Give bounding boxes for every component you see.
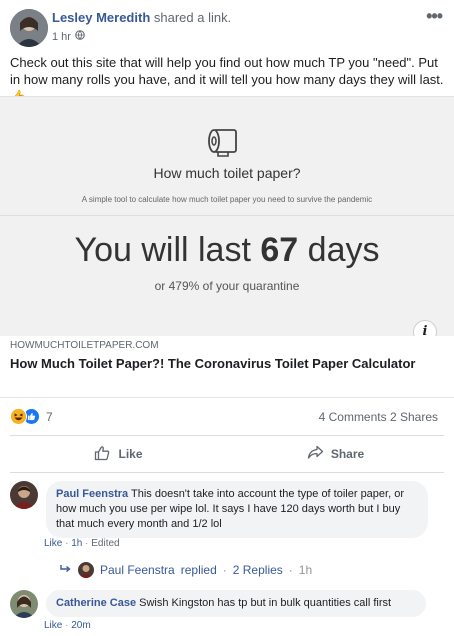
link-domain: HOWMUCHTOILETPAPER.COM [10, 340, 159, 351]
shares-count[interactable]: 2 Shares [390, 410, 438, 424]
comment-time[interactable]: 1h [71, 538, 82, 549]
comment-item: Catherine Case Swish Kingston has tp but… [10, 590, 444, 624]
quarantine-suffix: of your quarantine [202, 279, 300, 293]
preview-divider [0, 215, 454, 216]
haha-reaction-icon [10, 408, 27, 425]
result-days: 67 [260, 231, 299, 269]
reply-arrow-icon [60, 563, 72, 577]
comment-text: Swish Kingston has tp but in bulk quanti… [139, 597, 392, 609]
post-action-text: shared a link. [153, 10, 232, 25]
comment-like-link[interactable]: Like [44, 538, 62, 549]
commenter-avatar[interactable] [10, 590, 38, 618]
comment-time[interactable]: 20m [71, 620, 90, 631]
comment-bubble: Catherine Case Swish Kingston has tp but… [46, 590, 426, 617]
comments-count[interactable]: 4 Comments [319, 410, 387, 424]
like-button[interactable]: Like [10, 436, 227, 472]
more-options-icon[interactable]: ••• [426, 6, 443, 27]
view-replies[interactable]: Paul Feenstra replied · 2 Replies · 1h [60, 560, 312, 580]
link-preview-image[interactable]: How much toilet paper? A simple tool to … [0, 96, 454, 336]
share-button[interactable]: Share [227, 436, 444, 472]
action-divider-bottom [10, 472, 444, 473]
link-meta[interactable]: HOWMUCHTOILETPAPER.COM How Much Toilet P… [0, 336, 454, 398]
share-label: Share [330, 447, 365, 461]
thumbs-up-icon [94, 445, 111, 464]
link-title[interactable]: How Much Toilet Paper?! The Coronavirus … [10, 354, 430, 373]
post-timestamp[interactable]: 1 hr [52, 31, 71, 43]
reply-author-avatar [78, 562, 94, 578]
author-line: Lesley Meredith shared a link. [52, 10, 231, 25]
action-bar: Like Share [10, 436, 444, 472]
reaction-icons[interactable] [10, 408, 40, 425]
comment-author[interactable]: Paul Feenstra [56, 488, 128, 500]
comment-like-link[interactable]: Like [44, 620, 62, 631]
reply-count: 2 Replies [232, 563, 283, 577]
reply-author: Paul Feenstra [100, 563, 175, 577]
comment-edited[interactable]: Edited [91, 538, 119, 549]
reactions-bar: 7 4 Comments 2 Shares [10, 404, 444, 430]
comment-bubble: Paul Feenstra This doesn't take into acc… [46, 481, 428, 538]
post-time: 1 hr [52, 30, 85, 43]
author-avatar[interactable] [10, 9, 48, 47]
quarantine-percent: 479% [168, 279, 200, 293]
comment-author[interactable]: Catherine Case [56, 597, 136, 609]
reply-time: 1h [298, 563, 313, 577]
post-header: Lesley Meredith shared a link. 1 hr ••• [10, 6, 444, 48]
commenter-avatar[interactable] [10, 481, 38, 509]
toilet-paper-icon [206, 127, 242, 160]
reply-action: replied [180, 563, 217, 577]
quarantine-prefix: or [154, 279, 166, 293]
result-text: You will last 67 days [0, 231, 454, 270]
quarantine-text: or 479% of your quarantine [0, 279, 454, 293]
result-suffix: days [307, 231, 380, 269]
tool-subtitle: A simple tool to calculate how much toil… [81, 195, 373, 204]
tool-title: How much toilet paper? [153, 165, 301, 181]
comment-meta: Like · 1h · Edited [44, 538, 120, 549]
reaction-count[interactable]: 7 [46, 410, 53, 424]
like-label: Like [118, 447, 143, 461]
author-name[interactable]: Lesley Meredith [52, 10, 150, 25]
comment-meta: Like · 20m [44, 620, 91, 631]
engagement-counts: 4 Comments 2 Shares [319, 410, 438, 424]
share-arrow-icon [307, 445, 324, 463]
globe-icon [75, 30, 85, 43]
result-prefix: You will last [74, 231, 251, 269]
